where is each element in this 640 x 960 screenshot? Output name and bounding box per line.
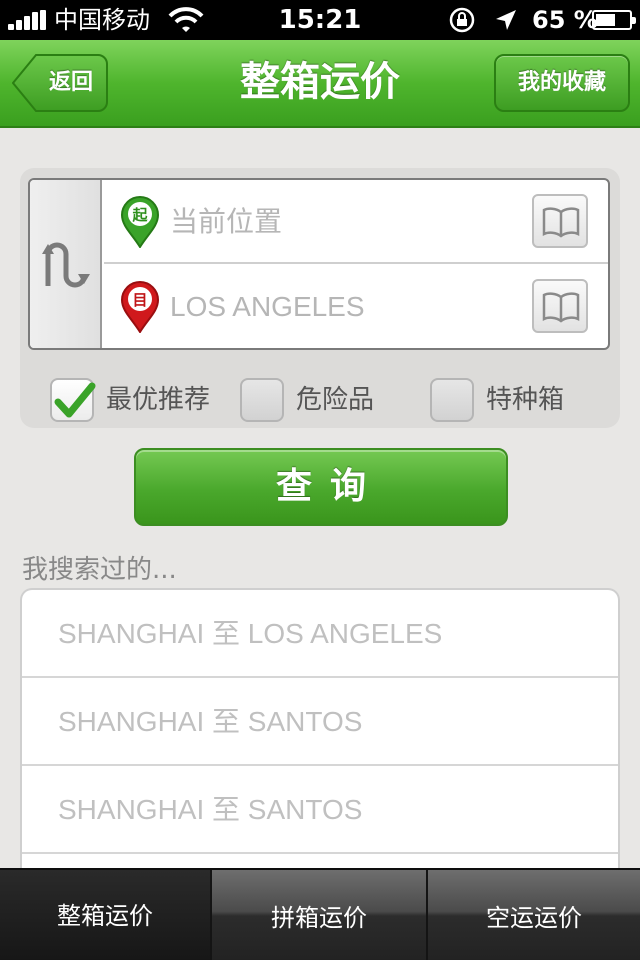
query-button[interactable]: 查询 bbox=[134, 448, 508, 526]
option-label: 危险品 bbox=[296, 385, 375, 415]
option-label: 最优推荐 bbox=[106, 385, 211, 415]
history-item[interactable]: SHANGHAI 至 SANTOS bbox=[22, 766, 618, 854]
destination-badge: 目 bbox=[132, 291, 147, 309]
destination-pin-icon: 目 bbox=[120, 281, 160, 333]
rotation-lock-icon bbox=[449, 7, 475, 33]
favorites-button[interactable]: 我的收藏 bbox=[494, 54, 630, 112]
destination-input[interactable]: LOS ANGELES bbox=[170, 285, 365, 329]
origin-row[interactable]: 起 当前位置 bbox=[104, 180, 608, 264]
route-box: 起 当前位置 目 LOS ANGELES bbox=[28, 178, 610, 350]
history-item-text: SHANGHAI 至 SANTOS bbox=[58, 706, 363, 737]
origin-pin-icon: 起 bbox=[120, 196, 160, 248]
option-dangerous-goods[interactable]: 危险品 bbox=[240, 378, 410, 422]
checkbox-best-recommend[interactable] bbox=[50, 378, 96, 422]
origin-address-book-button[interactable] bbox=[532, 194, 588, 248]
location-arrow-icon bbox=[496, 10, 516, 30]
origin-badge: 起 bbox=[131, 206, 148, 224]
swap-button[interactable] bbox=[30, 180, 102, 348]
history-item[interactable]: SHANGHAI 至 LOS ANGELES bbox=[22, 590, 618, 678]
history-list: SHANGHAI 至 LOS ANGELES SHANGHAI 至 SANTOS… bbox=[20, 588, 620, 888]
checkbox-special-container[interactable] bbox=[430, 378, 474, 422]
history-title: 我搜索过的... bbox=[22, 555, 177, 585]
option-special-container[interactable]: 特种箱 bbox=[430, 378, 600, 422]
history-item-text: SHANGHAI 至 SANTOS bbox=[58, 794, 363, 825]
origin-input[interactable]: 当前位置 bbox=[170, 200, 282, 244]
history-item[interactable]: SHANGHAI 至 SANTOS bbox=[22, 678, 618, 766]
book-icon bbox=[542, 207, 580, 238]
status-bar: 中国移动 15:21 65 % bbox=[0, 0, 640, 40]
destination-row[interactable]: 目 LOS ANGELES bbox=[104, 265, 608, 348]
swap-arrows-icon bbox=[42, 242, 90, 288]
tab-air-rates[interactable]: 空运运价 bbox=[428, 870, 640, 960]
search-panel: 起 当前位置 目 LOS ANGELES 最优推荐 危险品 特种箱 bbox=[20, 168, 620, 428]
tab-bar: 整箱运价 拼箱运价 空运运价 bbox=[0, 868, 640, 960]
destination-address-book-button[interactable] bbox=[532, 279, 588, 333]
battery-icon bbox=[592, 10, 636, 30]
option-best-recommend[interactable]: 最优推荐 bbox=[50, 378, 230, 422]
checkmark-icon bbox=[54, 382, 96, 418]
checkbox-dangerous-goods[interactable] bbox=[240, 378, 284, 422]
option-label: 特种箱 bbox=[486, 385, 565, 415]
nav-bar: 返回 整箱运价 我的收藏 bbox=[0, 40, 640, 128]
search-options: 最优推荐 危险品 特种箱 bbox=[50, 378, 610, 422]
battery-percent: 65 % bbox=[532, 6, 598, 34]
history-item-text: SHANGHAI 至 LOS ANGELES bbox=[58, 618, 443, 649]
tab-lcl-rates[interactable]: 拼箱运价 bbox=[212, 870, 428, 960]
book-icon bbox=[542, 292, 580, 323]
tab-fcl-rates[interactable]: 整箱运价 bbox=[0, 870, 212, 960]
